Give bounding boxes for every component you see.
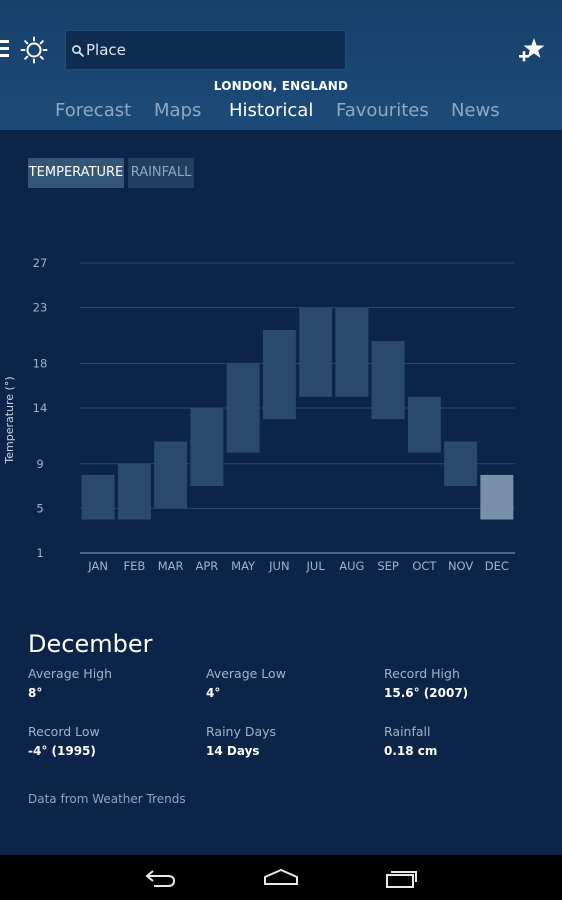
y-tick-label: 14	[33, 401, 48, 415]
bar-feb[interactable]	[117, 463, 151, 520]
bar-oct[interactable]	[407, 396, 441, 453]
average-low-label: Average Low	[206, 666, 286, 681]
tab-historical[interactable]: Historical	[229, 100, 313, 121]
y-tick-label: 18	[33, 356, 48, 370]
bar-mar[interactable]	[154, 441, 188, 509]
record-high-value: 15.6° (2007)	[384, 686, 469, 700]
rainfall-toggle[interactable]: RAINFALL	[128, 158, 194, 188]
average-high-label: Average High	[28, 666, 113, 681]
x-tick-label: NOV	[448, 559, 473, 573]
data-source-text: Data from Weather Trends	[28, 792, 186, 806]
bar-apr[interactable]	[190, 408, 224, 487]
tab-favourites[interactable]: Favourites	[336, 100, 429, 121]
x-tick-label: APR	[195, 559, 218, 573]
bar-jun[interactable]	[262, 329, 296, 420]
y-tick-label: 27	[33, 256, 48, 270]
search-input[interactable]	[86, 31, 341, 69]
temperature-chart: Temperature (°) 1 5 9 14 18 23 27 JAN FEB MAR APR M…	[3, 256, 515, 573]
tab-maps[interactable]: Maps	[154, 100, 201, 121]
bar-aug[interactable]	[335, 307, 369, 397]
x-tick-label: FEB	[123, 559, 145, 573]
average-low-value: 4°	[206, 686, 221, 700]
y-tick-label: 5	[36, 501, 43, 515]
x-tick-label: DEC	[485, 559, 509, 573]
rainfall-value: 0.18 cm	[384, 744, 438, 758]
rainfall-label: Rainfall	[384, 724, 431, 739]
rainy-days-value: 14 Days	[206, 744, 260, 758]
tab-forecast[interactable]: Forecast	[55, 100, 131, 121]
add-favourite-icon[interactable]	[518, 36, 546, 64]
x-tick-label: JUN	[268, 559, 289, 573]
x-tick-label: JAN	[87, 559, 108, 573]
home-icon[interactable]	[262, 867, 300, 887]
recent-apps-icon[interactable]	[384, 867, 420, 889]
selected-month-title: December	[28, 630, 153, 658]
tab-news[interactable]: News	[451, 100, 500, 121]
bar-jul[interactable]	[299, 307, 333, 397]
record-low-label: Record Low	[28, 724, 100, 739]
bar-sep[interactable]	[371, 341, 405, 420]
search-box[interactable]	[65, 30, 346, 70]
y-tick-label: 9	[36, 457, 43, 471]
location-title: LONDON, ENGLAND	[213, 79, 349, 93]
x-tick-label: AUG	[339, 559, 364, 573]
y-tick-label: 1	[36, 546, 43, 560]
bar-jan[interactable]	[81, 474, 115, 520]
bar-nov[interactable]	[444, 441, 478, 487]
x-tick-label: MAR	[158, 559, 184, 573]
system-nav-bar	[0, 855, 562, 900]
y-axis-label: Temperature (°)	[3, 376, 16, 464]
x-tick-label: SEP	[377, 559, 399, 573]
x-tick-label: OCT	[412, 559, 437, 573]
average-high-value: 8°	[28, 686, 43, 700]
sun-icon[interactable]	[20, 36, 48, 64]
back-icon[interactable]	[144, 867, 178, 887]
bar-dec[interactable]	[480, 474, 514, 520]
search-icon	[72, 45, 84, 57]
x-tick-label: MAY	[231, 559, 256, 573]
menu-icon[interactable]	[0, 40, 10, 58]
record-low-value: -4° (1995)	[28, 744, 96, 758]
x-tick-label: JUL	[306, 559, 326, 573]
y-tick-label: 23	[33, 301, 48, 315]
record-high-label: Record High	[384, 666, 460, 681]
header-bar: LONDON, ENGLAND Forecast Maps Historical…	[0, 0, 562, 130]
temperature-toggle[interactable]: TEMPERATURE	[28, 158, 124, 188]
rainy-days-label: Rainy Days	[206, 724, 277, 739]
bar-may[interactable]	[226, 363, 260, 453]
